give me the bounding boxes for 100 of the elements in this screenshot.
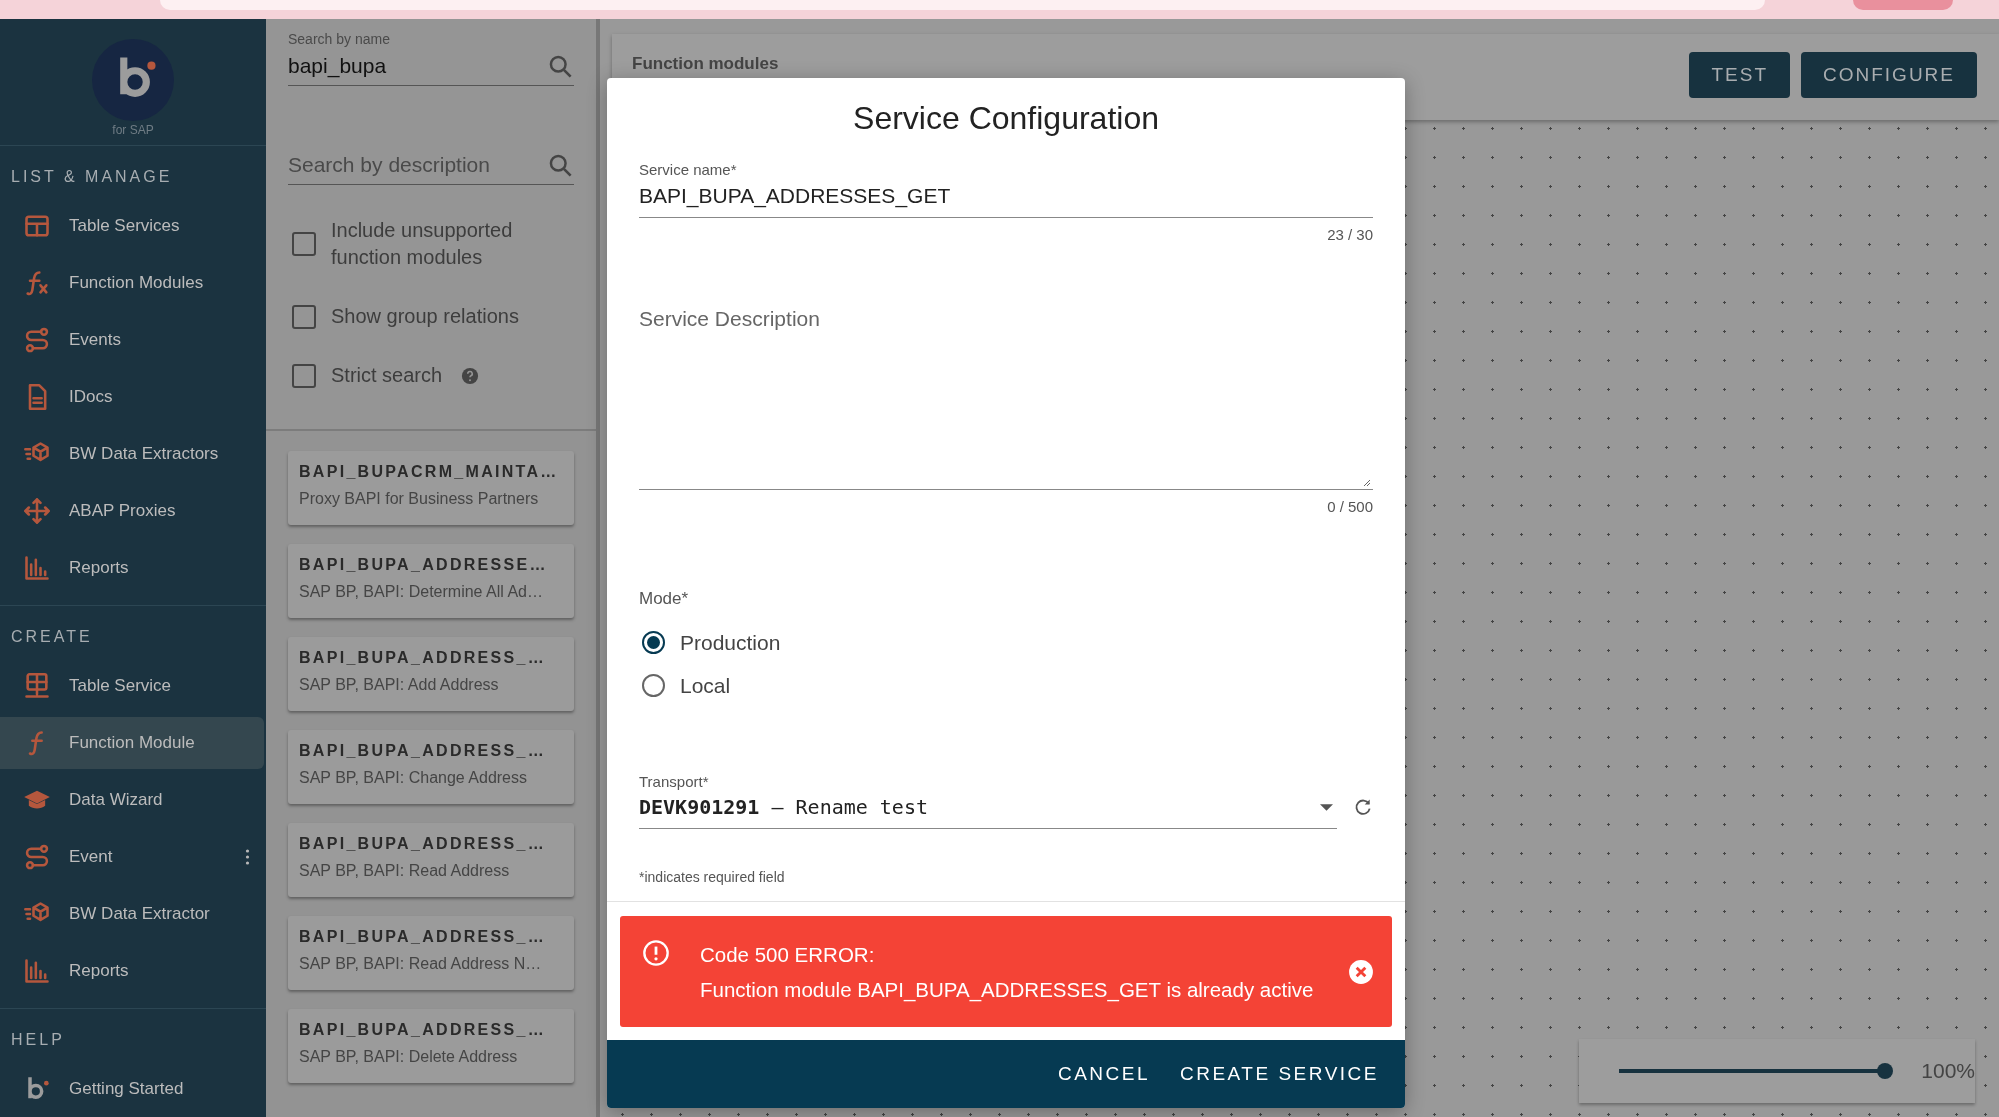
result-description: SAP BP, BAPI: Read Address [299,862,511,880]
field-label: Transport* [639,773,710,790]
bar-chart-icon [23,957,51,985]
radio-button[interactable] [642,674,665,697]
dialog-button[interactable]: CREATE SERVICE [1172,1055,1387,1093]
result-description: Proxy BAPI for Business Partners [299,490,540,508]
result-name: BAPI_BUPA_ADDRESS_… [299,742,546,760]
field-placeholder: Search by description [288,153,490,177]
result-description: SAP BP, BAPI: Change Address [299,769,528,787]
table-network-icon [23,672,51,700]
result-card[interactable]: BAPI_BUPA_ADDRESS_… SAP BP, BAPI: Delete Address [288,1009,574,1083]
slider-thumb[interactable] [1877,1063,1894,1079]
character-counter: 0 / 500 [1326,498,1373,515]
sidebar-item[interactable]: Table Services [0,200,264,252]
result-name: BAPI_BUPACRM_MAINTA… [299,463,559,481]
checkbox[interactable] [292,232,316,256]
function-icon [23,269,51,297]
sidebar-item[interactable]: BW Data Extractor [0,888,264,940]
result-card[interactable]: BAPI_BUPA_ADDRESS_… SAP BP, BAPI: Read Address [288,823,574,897]
service-name-field[interactable]: Service name* BAPI_BUPA_ADDRESSES_GET [639,161,1373,218]
sidebar-item-label: Reports [69,961,129,981]
transport-field[interactable]: Transport* DEVK901291 – Rename test [639,773,1337,829]
sidebar-item-label: Getting Started [69,1079,184,1099]
sidebar-item[interactable]: Event [0,831,264,883]
result-card[interactable]: BAPI_BUPACRM_MAINTA… Proxy BAPI for Business Partners [288,451,574,525]
sidebar-item-label: IDocs [69,387,113,407]
header-title: Function modules [632,54,779,74]
checkbox-label: Include unsupported function modules [331,218,514,270]
sidebar-item[interactable]: IDocs [0,371,264,423]
dropdown-caret-icon [1320,803,1333,811]
toolbar-button[interactable]: TEST [1689,52,1790,98]
sidebar-item-label: ABAP Proxies [69,501,176,521]
error-title: Code 500 ERROR: [700,941,876,968]
sidebar-item-label: Event [69,847,113,867]
resize-handle-icon [1361,477,1371,487]
checkbox[interactable] [292,304,316,329]
result-card[interactable]: BAPI_BUPA_ADDRESS_… SAP BP, BAPI: Change Address [288,730,574,804]
zoom-reading: 100% [1921,1059,1975,1083]
result-description: SAP BP, BAPI: Delete Address [299,1048,519,1066]
checkbox[interactable] [292,363,316,388]
sidebar-item-label: Table Services [69,216,180,236]
sidebar-item-label: BW Data Extractors [69,444,219,464]
radio-label: Local [680,673,731,698]
character-counter: 23 / 30 [1326,226,1373,243]
result-name: BAPI_BUPA_ADDRESSE… [299,556,548,574]
address-field[interactable] [160,0,1765,10]
sidebar-item[interactable]: Function Module [0,717,264,769]
result-description: SAP BP, BAPI: Determine All Ad… [299,583,544,601]
section-header: LIST & MANAGE [10,167,174,187]
section-header: CREATE [10,627,94,647]
sidebar-item[interactable]: Reports [0,542,264,594]
sidebar-item[interactable]: Events [0,314,264,366]
bar-chart-icon [23,554,51,582]
sidebar-item[interactable]: BW Data Extractors [0,428,264,480]
field-value: DEVK901291 – Rename test [639,795,928,819]
result-description: SAP BP, BAPI: Read Address N… [299,955,543,973]
result-name: BAPI_BUPA_ADDRESS_… [299,649,546,667]
route-icon [23,843,51,871]
radio-button[interactable] [642,631,665,654]
sidebar-item-label: Function Module [69,733,195,753]
result-name: BAPI_BUPA_ADDRESS_… [299,1021,546,1039]
search-field[interactable]: Search by name bapi_bupa [288,31,574,86]
field-placeholder: Service Description [639,307,821,331]
description-field[interactable]: Service Description [639,307,1373,490]
sidebar-item[interactable]: ABAP Proxies [0,485,264,537]
sidebar-item-label: BW Data Extractor [69,904,210,924]
result-name: BAPI_BUPA_ADDRESS_… [299,835,546,853]
sidebar-item[interactable]: Getting Started [0,1063,264,1115]
radio-label: Production [680,630,781,655]
arrows-icon [23,497,51,525]
field-value: bapi_bupa [288,54,387,78]
dialog-title: Service Configuration [852,100,1160,137]
close-icon [1348,958,1374,985]
alert-icon [642,939,670,967]
field-label: Mode* [639,589,690,609]
result-card[interactable]: BAPI_BUPA_ADDRESS_… SAP BP, BAPI: Add Address [288,637,574,711]
table-icon [23,212,51,240]
result-card[interactable]: BAPI_BUPA_ADDRESS_… SAP BP, BAPI: Read Address N… [288,916,574,990]
dialog-button[interactable]: CANCEL [1049,1055,1158,1093]
sidebar-item-label: Data Wizard [69,790,163,810]
field-label: Search by name [288,31,391,47]
route-icon [23,326,51,354]
sidebar-item-label: Reports [69,558,129,578]
toolbar-button[interactable]: CONFIGURE [1801,52,1977,98]
checkbox-label: Strict search [331,363,444,388]
result-name: BAPI_BUPA_ADDRESS_… [299,928,546,946]
sidebar-item-label: Table Service [69,676,172,696]
sidebar-item[interactable]: Reports [0,945,264,997]
result-description: SAP BP, BAPI: Add Address [299,676,500,694]
result-card[interactable]: BAPI_BUPA_ADDRESSE… SAP BP, BAPI: Determine All Ad… [288,544,574,618]
sidebar-item-label: Events [69,330,121,350]
sidebar-item[interactable]: Function Modules [0,257,264,309]
logo-caption: for SAP [112,123,154,137]
logo-icon [92,39,174,121]
sidebar-item[interactable]: Data Wizard [0,774,264,826]
field-value: BAPI_BUPA_ADDRESSES_GET [639,183,952,210]
sidebar-item-label: Function Modules [69,273,204,293]
sidebar-item[interactable]: Table Service [0,660,264,712]
required-note: *indicates required field [639,869,786,885]
error-message: Function module BAPI_BUPA_ADDRESSES_GET is already active [700,976,1315,1004]
